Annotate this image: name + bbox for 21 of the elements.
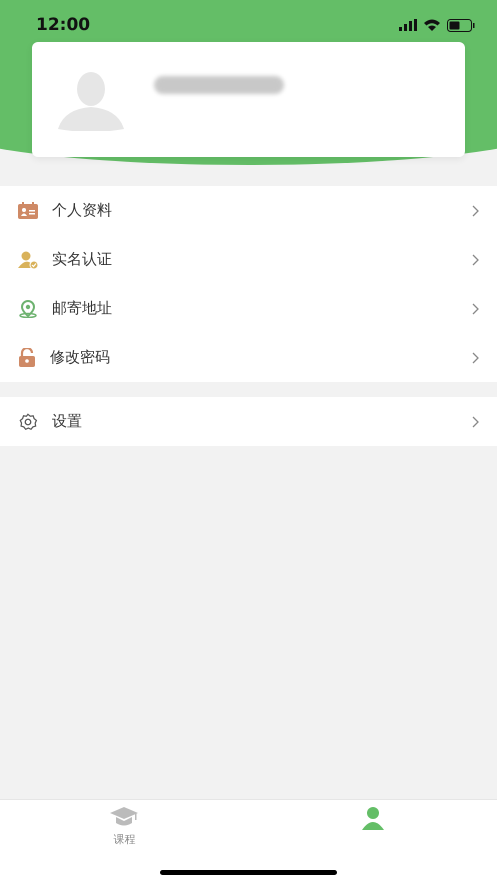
unlocked-padlock-icon	[18, 348, 36, 367]
menu-item[interactable]: 修改密码	[0, 333, 497, 382]
location-pin-icon	[18, 300, 38, 318]
id-card-icon	[18, 202, 38, 219]
menu-item[interactable]: 邮寄地址	[0, 284, 497, 333]
menu-item[interactable]: 设置	[0, 397, 497, 446]
chevron-right-icon	[472, 254, 479, 266]
status-time: 12:00	[36, 15, 90, 35]
menu-item[interactable]: 实名认证	[0, 235, 497, 284]
graduation-cap-icon	[109, 806, 140, 828]
chevron-right-icon	[472, 204, 479, 216]
settings-icon	[18, 412, 38, 432]
user-check-icon	[18, 250, 38, 268]
person-icon	[360, 806, 386, 830]
chevron-right-icon	[472, 302, 479, 314]
signal-icon	[399, 19, 417, 31]
battery-icon	[447, 18, 475, 32]
wifi-icon	[423, 18, 441, 32]
chevron-right-icon	[472, 352, 479, 364]
chevron-right-icon	[472, 416, 479, 428]
menu-item[interactable]: 个人资料	[0, 186, 497, 235]
